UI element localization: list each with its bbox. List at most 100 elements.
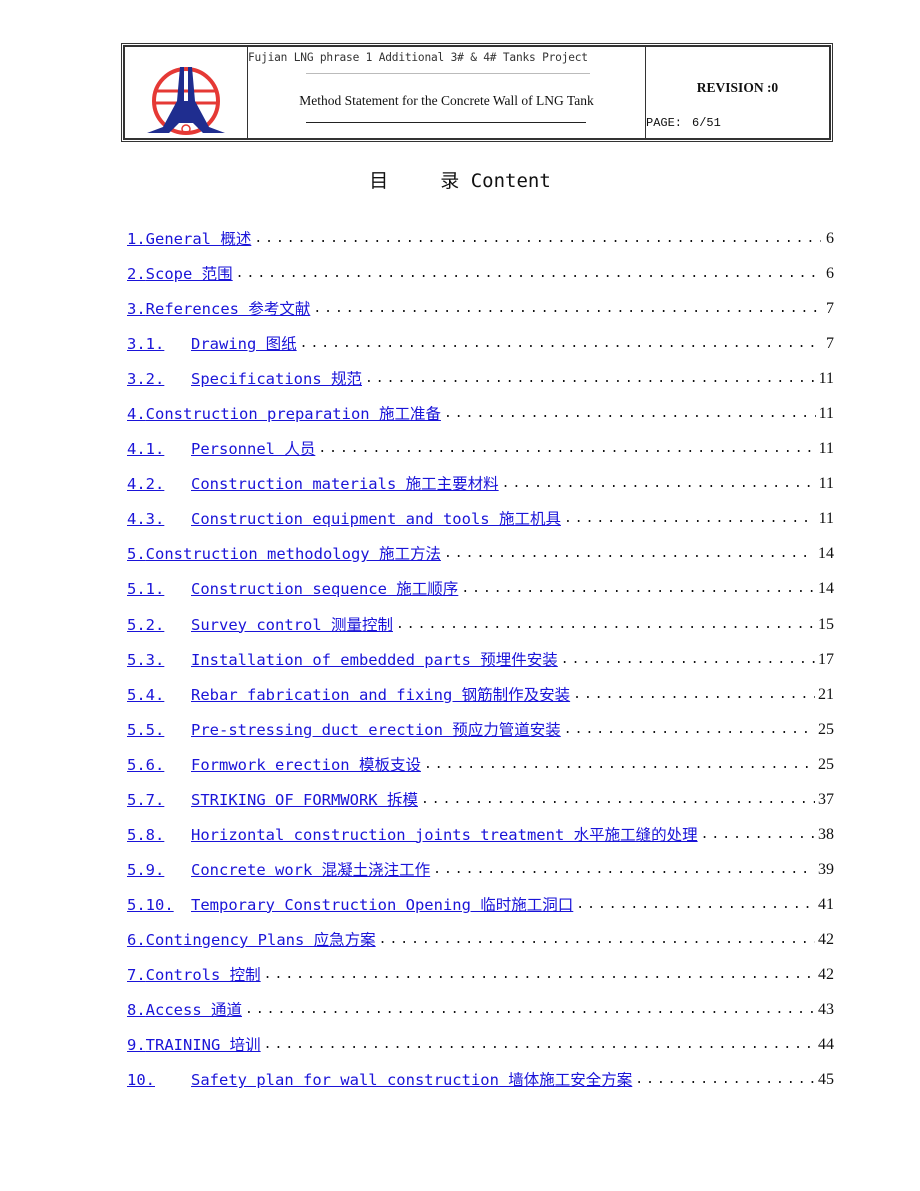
- toc-entry-link[interactable]: 3.1. Drawing 图纸: [127, 333, 297, 355]
- toc-entry-number-text: 3.2.: [127, 370, 165, 389]
- toc-dot-leader: [365, 368, 816, 390]
- toc-entry: 5.5. Pre-stressing duct erection 预应力管道安装 2…: [127, 719, 834, 754]
- toc-entry-page: 7: [826, 335, 834, 353]
- toc-entry-link[interactable]: 5.8. Horizontal construction joints treat…: [127, 824, 698, 846]
- toc-dot-leader: [564, 508, 816, 530]
- toc-dot-leader: [444, 403, 816, 425]
- toc-entry: 3.1. Drawing 图纸 7: [127, 333, 834, 368]
- toc-entry-page: 7: [826, 300, 834, 318]
- toc-entry-number: 5.6.: [127, 754, 191, 776]
- toc-entry: 5.3. Installation of embedded parts 预埋件安装…: [127, 649, 834, 684]
- toc-dot-leader: [318, 438, 815, 460]
- toc-entry-title: Installation of embedded parts 预埋件安装: [191, 650, 558, 669]
- toc-dot-leader: [264, 1034, 815, 1056]
- toc-entry-number: 7.: [127, 965, 146, 984]
- toc-entry-page: 14: [818, 580, 834, 598]
- toc-entry-number: 5.4.: [127, 684, 191, 706]
- toc-entry-title: STRIKING OF FORMWORK 拆模: [191, 790, 418, 809]
- toc-heading-en: Content: [470, 170, 551, 192]
- toc-entry: 5.7. STRIKING OF FORMWORK 拆模 37: [127, 789, 834, 824]
- toc-entry-link[interactable]: 8. Access 通道: [127, 999, 242, 1021]
- toc-entry: 5.1. Construction sequence 施工顺序 14: [127, 578, 834, 613]
- toc-dot-leader: [254, 228, 821, 250]
- toc-entry: 3.References 参考文献 7: [127, 298, 834, 333]
- toc-entry-number: 8.: [127, 1001, 146, 1020]
- toc-entry-number: 4.1.: [127, 438, 191, 460]
- toc-entry-number-text: 5.7.: [127, 790, 165, 809]
- toc-entry-page: 42: [818, 930, 834, 948]
- toc-entry-page: 42: [818, 965, 834, 983]
- toc-entry-link[interactable]: 10. Safety plan for wall construction 墙体施…: [127, 1069, 632, 1091]
- toc-entry-link[interactable]: 5.7. STRIKING OF FORMWORK 拆模: [127, 789, 418, 811]
- toc-entry-link[interactable]: 6. Contingency Plans 应急方案: [127, 929, 376, 951]
- toc-entry-title: Contingency Plans 应急方案: [145, 930, 376, 949]
- toc-entry-number-text: 3.1.: [127, 335, 165, 354]
- toc-entry-title: References 参考文献: [145, 300, 311, 319]
- toc-entry-title: Construction preparation 施工准备: [145, 405, 441, 424]
- toc-dot-leader: [379, 929, 815, 951]
- toc-entry-link[interactable]: 3. References 参考文献: [127, 298, 310, 320]
- toc-entry-link[interactable]: 4.1. Personnel 人员: [127, 438, 315, 460]
- toc-entry-link[interactable]: 5.2. Survey control 测量控制: [127, 614, 393, 636]
- toc-entry: 4.Construction preparation 施工准备 11: [127, 403, 834, 438]
- toc-entry-page: 38: [818, 825, 834, 843]
- toc-entry: 10. Safety plan for wall construction 墙体施…: [127, 1069, 834, 1104]
- toc-entry-page: 21: [818, 685, 834, 703]
- toc-entry-number: 5.1.: [127, 578, 191, 600]
- toc-entry-link[interactable]: 7. Controls 控制: [127, 964, 261, 986]
- toc-entry-link[interactable]: 5.1. Construction sequence 施工顺序: [127, 578, 458, 600]
- toc-entry-page: 45: [818, 1071, 834, 1089]
- toc-entry-number: 1.: [127, 230, 146, 248]
- toc-dot-leader: [461, 578, 815, 600]
- toc-entry-link[interactable]: 3.2. Specifications 规范: [127, 368, 362, 390]
- project-divider: [306, 73, 590, 74]
- toc-entry-title: General 概述: [145, 230, 252, 248]
- toc-entry-link[interactable]: 1. General 概述: [127, 228, 251, 250]
- toc-entry: 1.General 概述 6: [127, 228, 834, 263]
- title-underline: [306, 122, 586, 123]
- toc-entry-link[interactable]: 5.10. Temporary Construction Opening 临时施工…: [127, 894, 573, 916]
- toc-entry: 5.8. Horizontal construction joints treat…: [127, 824, 834, 859]
- toc-entry: 5.6. Formwork erection 模板支设 25: [127, 754, 834, 789]
- toc-entry-title: Safety plan for wall construction 墙体施工安全…: [191, 1071, 633, 1090]
- toc-entry-number: 5.10.: [127, 894, 191, 916]
- toc-entry-link[interactable]: 4.2. Construction materials 施工主要材料: [127, 473, 499, 495]
- toc-entry: 5.9. Concrete work 混凝土浇注工作 39: [127, 859, 834, 894]
- toc-entry-number-text: 4.2.: [127, 475, 165, 494]
- toc-entry-link[interactable]: 4. Construction preparation 施工准备: [127, 403, 441, 425]
- toc-entry-number: 5.2.: [127, 614, 191, 636]
- toc-entry-page: 25: [818, 755, 834, 773]
- toc-entry-link[interactable]: 5.9. Concrete work 混凝土浇注工作: [127, 859, 430, 881]
- toc-entry-number: 5.7.: [127, 789, 191, 811]
- company-logo-icon: [147, 67, 225, 135]
- toc-dot-leader: [424, 754, 815, 776]
- toc-entry-link[interactable]: 4.3. Construction equipment and tools 施工机…: [127, 508, 561, 530]
- toc-entry-title: Construction materials 施工主要材料: [191, 475, 499, 494]
- toc-entry-number-text: 10.: [127, 1071, 155, 1090]
- toc-entry-number: 4.3.: [127, 508, 191, 530]
- toc-entry: 3.2. Specifications 规范 11: [127, 368, 834, 403]
- toc-entry-number-text: 5.4.: [127, 685, 165, 704]
- toc-entry-link[interactable]: 5.3. Installation of embedded parts 预埋件安装: [127, 649, 558, 671]
- toc-entry-number-text: 5.3.: [127, 650, 165, 669]
- toc-entry-link[interactable]: 5. Construction methodology 施工方法: [127, 543, 441, 565]
- toc-dot-leader: [264, 964, 815, 986]
- toc-entry-link[interactable]: 5.6. Formwork erection 模板支设: [127, 754, 421, 776]
- toc-dot-leader: [433, 859, 815, 881]
- header-table: Fujian LNG phrase 1 Additional 3# & 4# T…: [124, 46, 830, 139]
- toc-entry-title: Horizontal construction joints treatment…: [191, 825, 698, 844]
- toc-entry-number: 4.2.: [127, 473, 191, 495]
- toc-entry-title: TRAINING 培训: [145, 1036, 261, 1055]
- toc-entry-page: 11: [818, 370, 834, 388]
- toc-entry-link[interactable]: 2. Scope 范围: [127, 263, 233, 285]
- toc-entry-link[interactable]: 5.5. Pre-stressing duct erection 预应力管道安装: [127, 719, 561, 741]
- toc-entry-link[interactable]: 5.4. Rebar fabrication and fixing 钢筋制作及安装: [127, 684, 570, 706]
- table-of-contents: 1.General 概述 6 2.Scope 范围 6 3.References 参考文…: [127, 228, 834, 1104]
- toc-entry-title: Rebar fabrication and fixing 钢筋制作及安装: [191, 685, 571, 704]
- toc-entry-page: 14: [818, 545, 834, 563]
- toc-dot-leader: [236, 263, 821, 285]
- toc-entry-link[interactable]: 9. TRAINING 培训: [127, 1034, 261, 1056]
- page-indicator: PAGE: 6/51: [646, 116, 721, 130]
- document-title: Method Statement for the Concrete Wall o…: [299, 93, 594, 108]
- toc-entry-title: Scope 范围: [145, 265, 233, 284]
